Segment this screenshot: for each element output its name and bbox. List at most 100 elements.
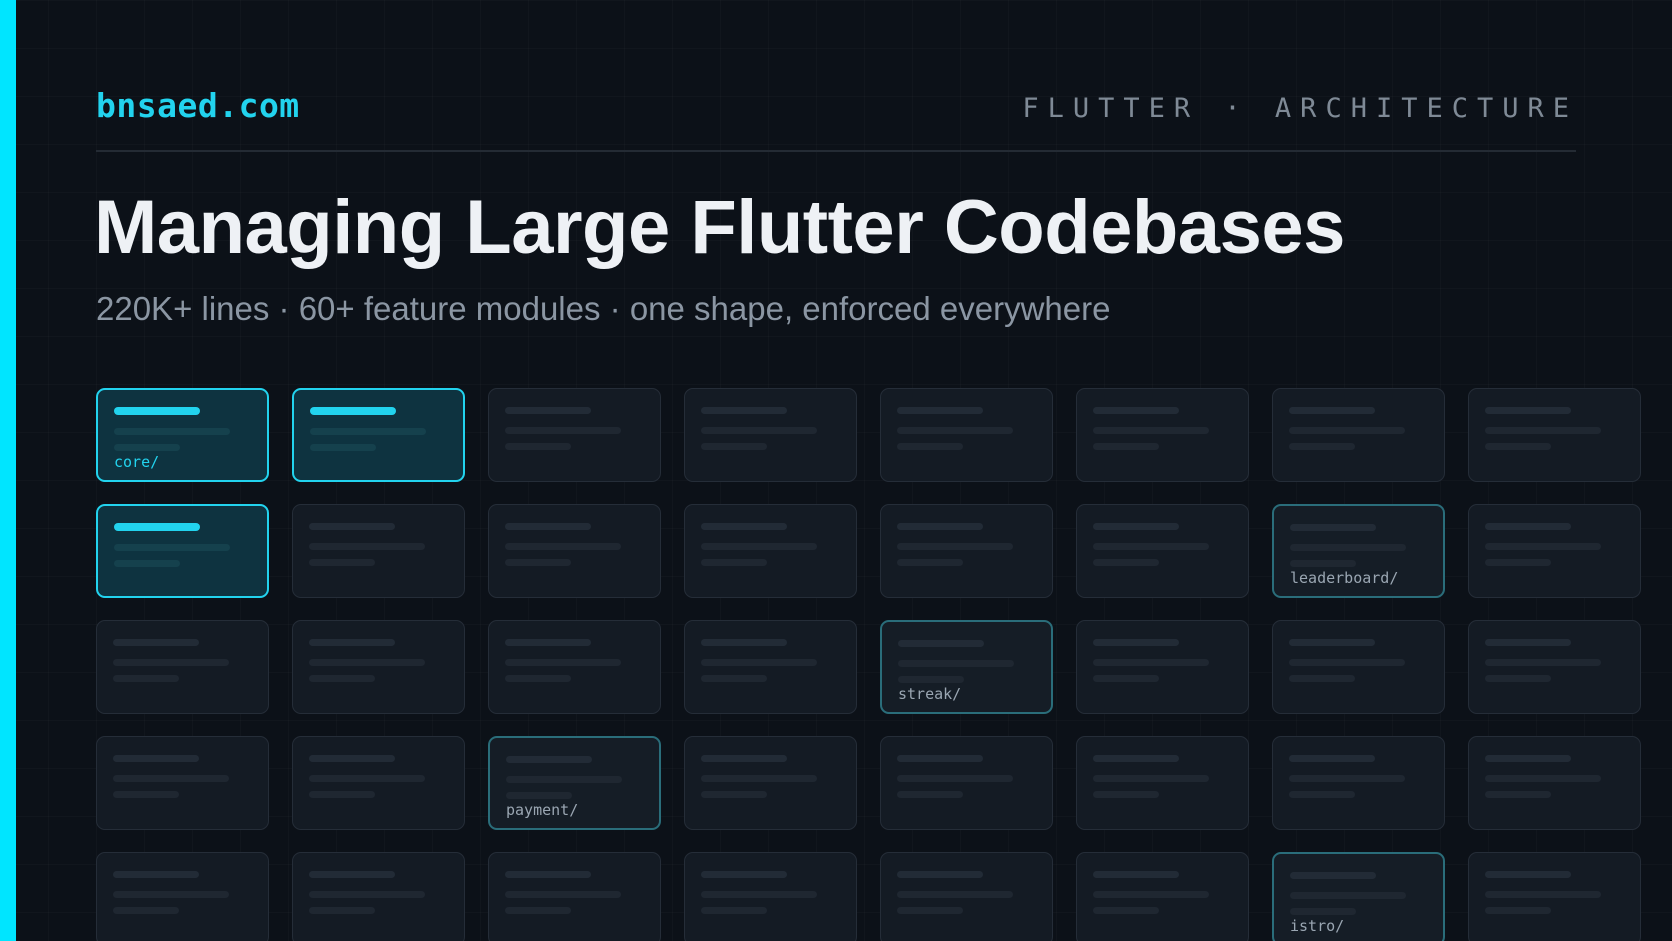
placeholder-line bbox=[1485, 523, 1571, 530]
placeholder-line bbox=[309, 775, 425, 782]
slide: bnsaed.com FLUTTER · ARCHITECTURE Managi… bbox=[0, 0, 1672, 941]
placeholder-line bbox=[1290, 872, 1376, 879]
placeholder-line bbox=[701, 639, 787, 646]
module-card-payment: payment/ bbox=[488, 736, 661, 830]
module-card bbox=[96, 852, 269, 941]
placeholder-line bbox=[309, 791, 375, 798]
placeholder-line bbox=[310, 407, 396, 415]
placeholder-line bbox=[505, 559, 571, 566]
placeholder-line bbox=[505, 891, 621, 898]
placeholder-line bbox=[897, 891, 1013, 898]
placeholder-line bbox=[505, 427, 621, 434]
placeholder-line bbox=[897, 523, 983, 530]
placeholder-line bbox=[897, 559, 963, 566]
placeholder-line bbox=[1289, 427, 1405, 434]
placeholder-line bbox=[701, 891, 817, 898]
placeholder-line bbox=[1485, 427, 1601, 434]
placeholder-line bbox=[505, 523, 591, 530]
placeholder-line bbox=[898, 640, 984, 647]
placeholder-line bbox=[1093, 675, 1159, 682]
placeholder-line bbox=[114, 444, 180, 451]
module-card bbox=[96, 504, 269, 598]
module-card bbox=[1468, 504, 1641, 598]
placeholder-line bbox=[310, 444, 376, 451]
placeholder-line bbox=[897, 871, 983, 878]
placeholder-line bbox=[1093, 543, 1209, 550]
placeholder-line bbox=[1289, 407, 1375, 414]
module-card bbox=[1076, 620, 1249, 714]
placeholder-line bbox=[114, 428, 230, 435]
placeholder-line bbox=[1290, 560, 1356, 567]
placeholder-line bbox=[1289, 659, 1405, 666]
topic-kicker: FLUTTER · ARCHITECTURE bbox=[1022, 93, 1578, 124]
placeholder-line bbox=[309, 675, 375, 682]
placeholder-line bbox=[1485, 775, 1601, 782]
page-subtitle: 220K+ lines · 60+ feature modules · one … bbox=[96, 290, 1111, 327]
placeholder-line bbox=[1093, 891, 1209, 898]
placeholder-line bbox=[701, 559, 767, 566]
placeholder-line bbox=[701, 775, 817, 782]
placeholder-line bbox=[505, 407, 591, 414]
placeholder-line bbox=[113, 907, 179, 914]
module-card bbox=[1468, 852, 1641, 941]
module-card bbox=[292, 620, 465, 714]
placeholder-line bbox=[701, 443, 767, 450]
placeholder-line bbox=[1485, 871, 1571, 878]
module-card bbox=[684, 620, 857, 714]
placeholder-line bbox=[897, 775, 1013, 782]
module-card bbox=[880, 736, 1053, 830]
brand-domain: bnsaed.com bbox=[96, 86, 300, 125]
placeholder-line bbox=[1093, 639, 1179, 646]
placeholder-line bbox=[1485, 639, 1571, 646]
placeholder-line bbox=[701, 543, 817, 550]
module-card-core: core/ bbox=[96, 388, 269, 482]
placeholder-line bbox=[309, 523, 395, 530]
placeholder-line bbox=[505, 543, 621, 550]
placeholder-line bbox=[113, 639, 199, 646]
placeholder-line bbox=[309, 755, 395, 762]
placeholder-line bbox=[1289, 443, 1355, 450]
placeholder-line bbox=[897, 443, 963, 450]
placeholder-line bbox=[310, 428, 426, 435]
module-card bbox=[1468, 736, 1641, 830]
placeholder-line bbox=[1093, 427, 1209, 434]
placeholder-line bbox=[114, 560, 180, 567]
module-card bbox=[96, 736, 269, 830]
placeholder-line bbox=[897, 755, 983, 762]
module-label: istro/ bbox=[1290, 917, 1345, 935]
module-card bbox=[96, 620, 269, 714]
placeholder-line bbox=[701, 791, 767, 798]
placeholder-line bbox=[701, 907, 767, 914]
placeholder-line bbox=[309, 639, 395, 646]
placeholder-line bbox=[897, 427, 1013, 434]
placeholder-line bbox=[113, 871, 199, 878]
placeholder-line bbox=[701, 871, 787, 878]
placeholder-line bbox=[309, 659, 425, 666]
placeholder-line bbox=[1093, 775, 1209, 782]
module-label: leaderboard/ bbox=[1290, 569, 1399, 587]
module-card bbox=[488, 388, 661, 482]
placeholder-line bbox=[505, 443, 571, 450]
placeholder-line bbox=[1289, 791, 1355, 798]
placeholder-line bbox=[1289, 675, 1355, 682]
module-card bbox=[1272, 388, 1445, 482]
module-card bbox=[880, 504, 1053, 598]
placeholder-line bbox=[1485, 443, 1551, 450]
placeholder-line bbox=[1485, 755, 1571, 762]
placeholder-line bbox=[1485, 559, 1551, 566]
placeholder-line bbox=[898, 676, 964, 683]
placeholder-line bbox=[1485, 675, 1551, 682]
placeholder-line bbox=[1093, 791, 1159, 798]
placeholder-line bbox=[1485, 543, 1601, 550]
placeholder-line bbox=[897, 407, 983, 414]
module-card bbox=[1468, 388, 1641, 482]
placeholder-line bbox=[309, 891, 425, 898]
placeholder-line bbox=[309, 871, 395, 878]
placeholder-line bbox=[701, 407, 787, 414]
module-card bbox=[880, 388, 1053, 482]
module-card-istro: istro/ bbox=[1272, 852, 1445, 941]
placeholder-line bbox=[1290, 524, 1376, 531]
placeholder-line bbox=[1290, 892, 1406, 899]
page-title: Managing Large Flutter Codebases bbox=[94, 185, 1345, 270]
placeholder-line bbox=[505, 639, 591, 646]
